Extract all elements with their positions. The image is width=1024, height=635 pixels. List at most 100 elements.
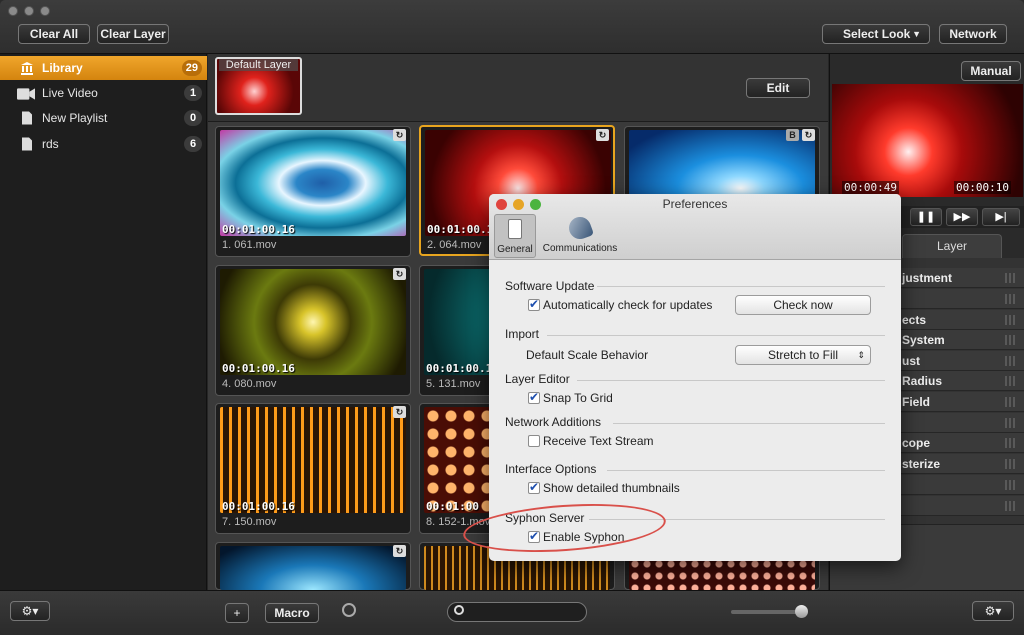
clip-tile[interactable]: ↻ 00:01:00.16 1. 061.mov [215,126,411,257]
tab-communications-label: Communications [542,243,618,254]
clip-duration: 00:01:00.16 [222,223,295,236]
drag-handle-icon[interactable] [1005,501,1017,511]
clip-thumbnail [220,130,406,236]
clip-thumbnail [220,546,406,590]
tab-communications[interactable]: Communications [541,213,619,258]
receive-text-checkbox[interactable] [528,435,540,447]
edit-button[interactable]: Edit [746,78,810,98]
loop-icon[interactable]: ↻ [596,129,609,141]
zoom-slider[interactable] [731,605,808,618]
section-import: Import [505,327,540,341]
minimize-window-button[interactable] [24,6,34,16]
clear-all-button[interactable]: Clear All [18,24,90,44]
skip-forward-button[interactable]: ▶| [982,208,1020,226]
drag-handle-icon[interactable] [1005,480,1017,490]
effect-label: System [902,333,945,347]
document-icon [22,111,32,125]
loop-icon[interactable]: ↻ [393,545,406,557]
drag-handle-icon[interactable] [1005,418,1017,428]
sidebar-item-label: New Playlist [42,111,108,125]
drag-handle-icon[interactable] [1005,438,1017,448]
chevron-down-icon: ▼ [912,29,921,39]
effect-label: Field [902,395,931,409]
section-interface-options: Interface Options [505,462,597,476]
tab-layer[interactable]: Layer [902,234,1002,258]
default-layer-thumbnail[interactable]: Default Layer [215,57,302,115]
drag-handle-icon[interactable] [1005,397,1017,407]
detailed-thumbnails-label: Show detailed thumbnails [543,481,680,495]
clip-name: 8. 152-1.mov [426,516,491,528]
library-icon [21,62,33,75]
gear-icon: ⚙▾ [21,604,39,618]
sidebar-item-label: Library [42,61,83,75]
pause-button[interactable]: ❚❚ [910,208,942,226]
add-button[interactable]: + [225,603,249,623]
section-syphon-server: Syphon Server [505,511,585,525]
manual-button[interactable]: Manual [961,61,1021,81]
bottom-toolbar: ⚙▾ + Macro ⚙▾ [0,590,1024,635]
drag-handle-icon[interactable] [1005,335,1017,345]
slider-knob[interactable] [795,605,808,618]
clip-duration: 00:01:00.16 [222,500,295,513]
check-now-button[interactable]: Check now [735,295,871,315]
video-camera-icon [17,88,35,100]
loop-icon[interactable]: ↻ [393,268,406,280]
drag-handle-icon[interactable] [1005,356,1017,366]
auto-update-checkbox[interactable] [528,297,540,311]
sidebar-item-new-playlist[interactable]: New Playlist 0 [0,106,207,130]
divider [597,286,885,287]
time-elapsed: 00:00:49 [842,181,899,194]
enable-syphon-label: Enable Syphon [543,530,625,544]
effect-label: sterize [902,457,941,471]
zoom-window-button[interactable] [40,6,50,16]
default-scale-label: Default Scale Behavior [526,348,649,362]
enable-syphon-checkbox[interactable] [528,529,540,543]
drag-handle-icon[interactable] [1005,273,1017,283]
clip-name: 5. 131.mov [426,378,481,390]
settings-menu-button[interactable]: ⚙▾ [10,601,50,621]
network-button[interactable]: Network [939,24,1007,44]
clip-tile[interactable]: ↻ 00:01:00.16 4. 080.mov [215,265,411,396]
select-look-dropdown[interactable]: Select Look ▼ [822,24,930,44]
b-icon[interactable]: B [786,129,799,141]
drag-handle-icon[interactable] [1005,459,1017,469]
scale-behavior-select[interactable]: Stretch to Fill ⇕ [735,345,871,365]
divider [577,380,885,381]
snap-to-grid-checkbox[interactable] [528,390,540,404]
updown-arrows-icon: ⇕ [857,350,865,360]
divider [547,335,885,336]
effect-label: ust [902,354,920,368]
fast-forward-button[interactable]: ▶▶ [946,208,978,226]
effect-label: cope [902,436,931,450]
loop-icon[interactable]: ↻ [393,406,406,418]
close-window-button[interactable] [8,6,18,16]
detailed-thumbnails-checkbox[interactable] [528,480,540,494]
loop-icon[interactable]: ↻ [802,129,815,141]
drag-handle-icon[interactable] [1005,376,1017,386]
clip-thumbnail [220,269,406,375]
clip-tile[interactable]: ↻ 00:01:00.16 7. 150.mov [215,403,411,534]
clip-name: 4. 080.mov [222,378,277,390]
macro-button[interactable]: Macro [265,603,319,623]
drag-handle-icon[interactable] [1005,315,1017,325]
sidebar-item-rds[interactable]: rds 6 [0,132,207,156]
loop-icon[interactable]: ↻ [393,129,406,141]
sidebar-item-live-video[interactable]: Live Video 1 [0,81,207,105]
layer-bar: Default Layer Edit [208,54,828,122]
options-menu-button[interactable]: ⚙▾ [972,601,1014,621]
section-layer-editor: Layer Editor [505,372,570,386]
sidebar-item-library[interactable]: Library 29 [0,56,207,80]
section-network-additions: Network Additions [505,415,602,429]
sidebar: Library 29 Live Video 1 New Playlist 0 r… [0,54,207,590]
drag-handle-icon[interactable] [1005,294,1017,304]
search-input[interactable] [447,602,587,622]
clip-tile[interactable]: ↻ [215,542,411,590]
clear-layer-button[interactable]: Clear Layer [97,24,169,44]
tab-general[interactable]: General [494,214,536,258]
no-entry-icon[interactable] [342,603,356,617]
divider [613,423,885,424]
count-badge: 29 [181,60,202,76]
preferences-toolbar: Preferences General Communications [489,194,901,260]
clip-duration: 00:01:00 [426,500,479,513]
clip-name: 1. 061.mov [222,239,277,251]
